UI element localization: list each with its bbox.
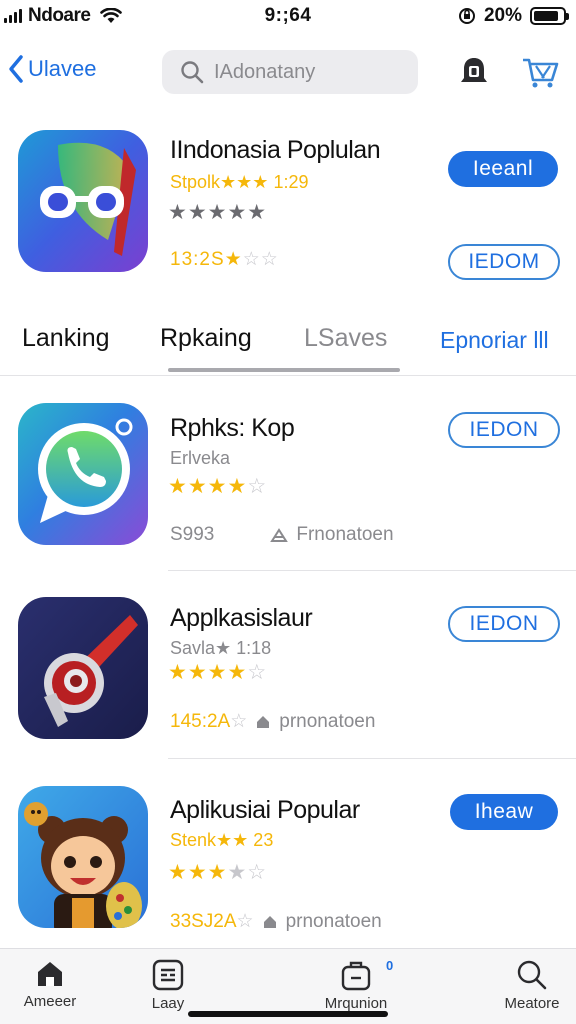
glasses-app-icon[interactable]	[18, 130, 148, 272]
tabbar-label: Meatore	[504, 995, 560, 1012]
list-item[interactable]: Applkasislaur Savla★ 1:18 ★★★★☆ 145:2A ☆ …	[0, 580, 576, 766]
app-meta-label: Frnonatoen	[296, 524, 394, 545]
divider	[168, 570, 576, 571]
divider	[168, 758, 576, 759]
chevron-left-icon	[9, 55, 23, 83]
featured-app[interactable]: IIndonasia Poplulan Stpolk★★★ 1:29 ★★★★★…	[0, 120, 576, 290]
featured-subtitle: Stpolk★★★ 1:29	[170, 172, 309, 192]
app-meta: 145:2A ☆ prnonatoen	[170, 710, 376, 733]
app-price: 145:2A	[170, 710, 231, 732]
briefcase-icon	[341, 961, 371, 991]
app-title: Applkasislaur	[170, 604, 313, 632]
tab-rpkaing[interactable]: Rpkaing	[160, 324, 252, 353]
app-subtitle: Savla★ 1:18	[170, 638, 272, 658]
status-bar: Ndoare 9:;64 20%	[0, 0, 576, 32]
status-right: 20%	[458, 5, 569, 27]
app-subtitle: Erlveka	[170, 448, 231, 468]
search-placeholder: IAdonatany	[214, 60, 316, 83]
character-app-icon[interactable]	[18, 786, 148, 928]
segment-tabs: Lanking Rpkaing LSaves Epnoriar lll	[0, 312, 576, 376]
app-rating: ★★★★☆	[168, 861, 268, 884]
battery-percent: 20%	[483, 5, 522, 26]
back-button[interactable]: Ulavee	[8, 54, 96, 84]
list-item[interactable]: Rphks: Kop Erlveka ★★★★☆ S993 Frnonatoen…	[0, 386, 576, 572]
tabbar-item-search[interactable]: Meatore	[482, 959, 576, 1012]
app-price: 33SJ2A	[170, 910, 237, 932]
app-subtitle: Stenk★★ 23	[170, 830, 274, 850]
home-icon	[38, 962, 62, 986]
back-label: Ulavee	[28, 56, 97, 81]
featured-price: 13:2S	[170, 249, 225, 270]
app-title: Rphks: Kop	[170, 414, 295, 442]
search-input[interactable]: IAdonatany	[162, 50, 418, 94]
cart-icon[interactable]	[520, 54, 560, 90]
get-button[interactable]: IEDON	[448, 412, 560, 448]
battery-icon	[530, 7, 569, 25]
app-title: Aplikusiai Popular	[170, 796, 360, 824]
updates-badge: 0	[386, 958, 394, 973]
home-small-icon	[257, 715, 270, 728]
battery-level	[534, 11, 558, 21]
list-icon	[152, 959, 184, 991]
whistle-app-icon[interactable]	[18, 597, 148, 739]
app-meta: 33SJ2A ☆ prnonatoen	[170, 910, 382, 933]
chat-app-icon[interactable]	[18, 403, 148, 545]
home-indicator	[188, 1011, 388, 1017]
tab-lsaves[interactable]: LSaves	[304, 324, 387, 353]
tabbar-item-list[interactable]: Laay	[118, 959, 218, 1012]
app-rating: ★★★★☆	[168, 661, 268, 684]
featured-secondary-button[interactable]: IEDOM	[448, 244, 560, 280]
tabbar-label: Ameeer	[23, 993, 77, 1010]
view-button[interactable]: Iheaw	[450, 794, 558, 830]
search-icon	[181, 61, 204, 84]
list-item[interactable]: Aplikusiai Popular Stenk★★ 23 ★★★★☆ 33SJ…	[0, 772, 576, 958]
get-button[interactable]: IEDON	[448, 606, 560, 642]
navbar: Ulavee IAdonatany	[0, 44, 576, 100]
featured-title: IIndonasia Poplulan	[170, 136, 381, 164]
featured-price-row: 13:2S★☆☆	[170, 249, 279, 270]
home-small-icon	[263, 915, 276, 928]
bell-icon[interactable]	[456, 54, 492, 90]
tab-epnoriar[interactable]: Epnoriar lll	[440, 327, 549, 354]
featured-primary-button[interactable]: Ieeanl	[448, 151, 558, 187]
app-meta-label: prnonatoen	[279, 710, 376, 732]
active-tab-indicator	[168, 368, 400, 372]
person-badge-icon	[270, 528, 289, 542]
tabbar-item-home[interactable]: Ameeer	[0, 959, 100, 1010]
lock-rotation-icon	[458, 8, 475, 24]
app-rating: ★★★★☆	[168, 475, 268, 498]
featured-rating: ★★★★★	[168, 201, 268, 224]
tabbar-label: Mrqunion	[324, 995, 388, 1012]
app-price: S993	[170, 524, 215, 545]
search-icon	[517, 960, 547, 990]
tab-lanking[interactable]: Lanking	[22, 324, 110, 353]
app-meta-label: prnonatoen	[285, 910, 382, 932]
app-meta: S993 Frnonatoen	[170, 524, 394, 546]
tabbar-label: Laay	[151, 995, 185, 1012]
